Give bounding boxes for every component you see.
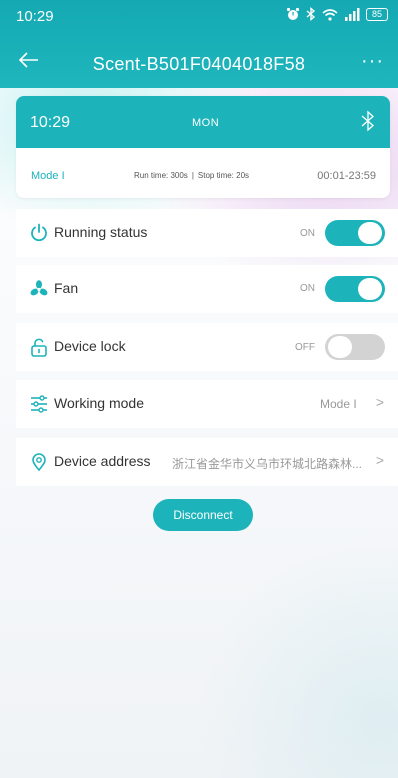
device-address-row[interactable]: Device address 浙江省金华市义乌市环城北路森林... > [16,438,398,486]
device-lock-row: Device lock OFF [16,323,398,371]
device-lock-label: Device lock [54,338,126,354]
running-status-toggle[interactable] [325,220,385,246]
power-icon [31,223,47,242]
schedule-card-details: Mode I Run time: 300s | Stop time: 20s 00:… [16,148,390,198]
fan-label: Fan [54,280,79,296]
working-mode-value: Mode I [320,397,357,411]
device-day: MON [192,117,220,129]
run-stop-times: Run time: 300s | Stop time: 20s [134,171,249,180]
device-time: 10:29 [30,114,71,131]
running-status-state: ON [300,228,315,239]
fan-state: ON [300,283,315,294]
status-icons: 85 [286,7,388,21]
device-lock-toggle[interactable] [325,334,385,360]
signal-icon [345,7,360,21]
times-separator: | [191,171,194,180]
device-address-label: Device address [54,453,151,469]
running-status-label: Running status [54,224,148,240]
battery-icon: 85 [366,7,388,21]
time-range: 00:01-23:59 [317,170,376,182]
device-lock-state: OFF [295,342,315,353]
schedule-card: 10:29 MON Mode I Run time: 300s | Stop tim… [16,96,390,198]
bluetooth-status-icon [306,7,316,21]
chevron-right-icon: > [375,452,384,468]
stop-time: Stop time: 20s [197,171,250,180]
location-pin-icon [32,453,46,472]
chevron-right-icon: > [375,394,384,410]
schedule-card-header: 10:29 MON [16,96,390,148]
status-bar: 10:29 85 [0,0,398,32]
running-status-row: Running status ON [16,209,398,257]
device-address-value: 浙江省金华市义乌市环城北路森林... [172,457,363,471]
fan-row: Fan ON [16,265,398,313]
bluetooth-icon [361,110,374,132]
toggle-knob [358,222,382,244]
wifi-icon [322,8,338,21]
working-mode-row[interactable]: Working mode Mode I > [16,380,398,428]
schedule-mode: Mode I [31,170,65,182]
navigation-bar: Scent-B501F0404018F58 ··· [0,44,398,84]
run-time: Run time: 300s [134,171,188,180]
alarm-icon [286,7,300,20]
fan-icon [30,280,48,296]
disconnect-button[interactable]: Disconnect [153,499,253,531]
more-options-button[interactable]: ··· [361,50,384,73]
toggle-knob [358,278,382,300]
page-title: Scent-B501F0404018F58 [92,54,306,74]
fan-toggle[interactable] [325,276,385,302]
app-header: 10:29 85 Scent-B501F0404018F58 ··· [0,0,398,88]
working-mode-label: Working mode [54,395,145,411]
sliders-icon [31,395,47,413]
status-time: 10:29 [16,8,54,25]
toggle-knob [328,336,352,358]
unlock-icon [31,338,47,357]
